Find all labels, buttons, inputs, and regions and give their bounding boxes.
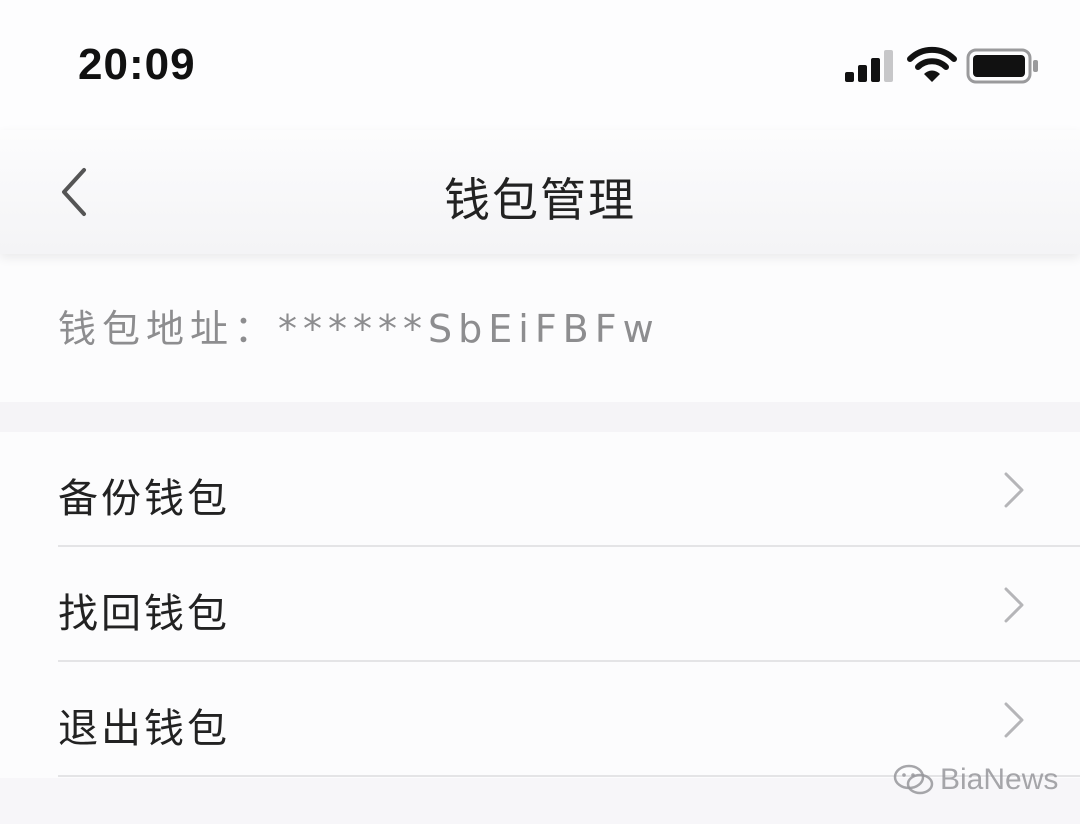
chevron-right-icon bbox=[1004, 472, 1024, 508]
watermark: BiaNews bbox=[892, 760, 1058, 800]
menu-item-label: 备份钱包 bbox=[58, 476, 230, 522]
wallet-management-screen: 20:09 钱包管理 钱包地址：******SbEiFBFw 备份钱包 找回钱包… bbox=[0, 0, 1080, 824]
navigation-bar: 钱包管理 bbox=[0, 130, 1080, 254]
wallet-address-section: 钱包地址：******SbEiFBFw bbox=[0, 254, 1080, 402]
section-divider bbox=[0, 402, 1080, 432]
wallet-menu-list: 备份钱包 找回钱包 退出钱包 bbox=[0, 432, 1080, 778]
chevron-right-icon bbox=[1004, 702, 1024, 738]
wifi-icon bbox=[907, 46, 957, 82]
watermark-text: BiaNews bbox=[940, 763, 1059, 796]
status-time: 20:09 bbox=[78, 40, 196, 89]
menu-item-label: 找回钱包 bbox=[58, 591, 230, 637]
chevron-right-icon bbox=[1004, 587, 1024, 623]
page-title: 钱包管理 bbox=[444, 173, 636, 227]
menu-item-recover-wallet[interactable]: 找回钱包 bbox=[0, 547, 1080, 662]
wallet-address: 钱包地址：******SbEiFBFw bbox=[58, 298, 660, 353]
wallet-address-label: 钱包地址： bbox=[58, 307, 279, 351]
wechat-icon bbox=[893, 764, 934, 795]
wallet-address-value: ******SbEiFBFw bbox=[278, 307, 660, 351]
battery-icon bbox=[966, 48, 1038, 84]
menu-item-backup-wallet[interactable]: 备份钱包 bbox=[0, 432, 1080, 547]
signal-icon bbox=[845, 50, 893, 82]
status-bar: 20:09 bbox=[0, 0, 1080, 130]
menu-item-label: 退出钱包 bbox=[58, 706, 230, 752]
